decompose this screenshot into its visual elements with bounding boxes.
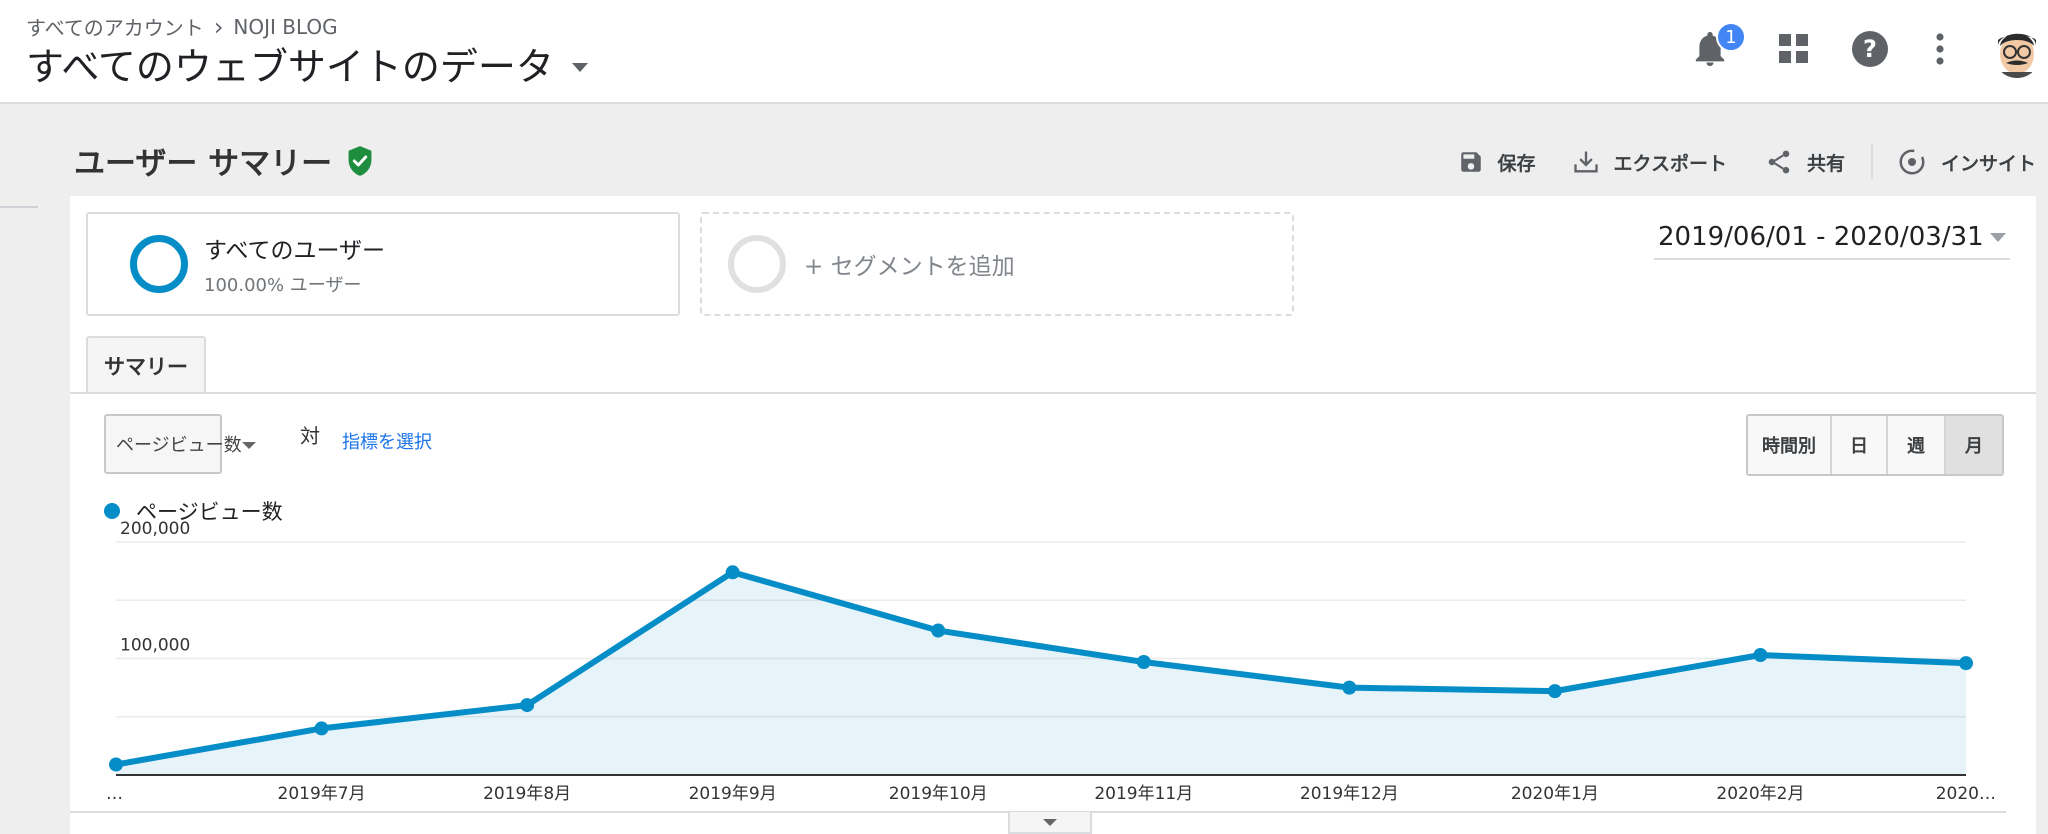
segment-name: すべてのユーザー <box>204 238 386 264</box>
vs-label: 対 <box>300 424 320 448</box>
view-title: すべてのウェブサイトのデータ <box>26 45 554 89</box>
share-button[interactable]: 共有 <box>1765 148 1845 176</box>
avatar-illustration-icon <box>1992 24 2042 78</box>
x-tick-label: 2020… <box>1936 784 1996 804</box>
chevron-down-icon <box>241 441 256 449</box>
tab-underline <box>70 392 2036 394</box>
granularity-daily[interactable]: 日 <box>1832 416 1888 474</box>
data-point <box>1342 680 1357 695</box>
data-point <box>520 698 535 713</box>
view-selector[interactable]: すべてのウェブサイトのデータ <box>26 36 588 91</box>
x-tick-label: 2019年7月 <box>278 784 366 804</box>
data-point <box>1136 654 1151 669</box>
notification-count-badge: 1 <box>1716 22 1746 52</box>
chevron-down-icon <box>1043 818 1057 826</box>
left-rail <box>0 106 70 834</box>
export-button[interactable]: エクスポート <box>1572 148 1727 176</box>
help-button[interactable]: ? <box>1848 24 1892 74</box>
series-area <box>116 572 1966 775</box>
data-point <box>1547 684 1562 699</box>
breadcrumb-property[interactable]: NOJI BLOG <box>233 15 337 39</box>
legend-label: ページビュー数 <box>136 500 283 524</box>
data-point <box>109 757 123 772</box>
segment-percentage: 100.00% ユーザー <box>204 275 362 296</box>
data-point <box>1959 656 1973 671</box>
metric-select-value: ページビュー数 <box>116 435 242 456</box>
expand-chart-button[interactable] <box>1008 812 1092 834</box>
y-tick-label: 100,000 <box>120 636 190 656</box>
data-point <box>1753 648 1768 663</box>
granularity-weekly[interactable]: 週 <box>1888 416 1946 474</box>
x-tick-label: 2019年12月 <box>1300 784 1399 804</box>
x-tick-label: 2019年8月 <box>483 784 571 804</box>
account-avatar[interactable] <box>1992 24 2042 78</box>
save-icon <box>1460 152 1481 172</box>
x-tick-label: 2020年1月 <box>1511 784 1599 804</box>
series-line <box>115 569 1967 768</box>
insights-label: インサイト <box>1940 152 2036 175</box>
share-label: 共有 <box>1806 152 1845 175</box>
report-panel: すべてのユーザー 100.00% ユーザー + セグメントを追加 2019/06… <box>70 196 2036 834</box>
left-rail-divider <box>0 206 38 208</box>
svg-text:?: ? <box>1863 35 1877 63</box>
save-label: 保存 <box>1497 152 1536 175</box>
verified-shield-icon <box>348 145 372 176</box>
chevron-right-icon: › <box>213 12 224 41</box>
top-header: すべてのアカウント › NOJI BLOG すべてのウェブサイトのデータ 1 ? <box>0 0 2048 104</box>
export-label: エクスポート <box>1613 152 1727 175</box>
date-range-value: 2019/06/01 - 2020/03/31 <box>1658 222 1984 252</box>
help-icon: ? <box>1852 31 1888 67</box>
add-segment-button[interactable]: + セグメントを追加 <box>700 212 1294 316</box>
metric-select[interactable]: ページビュー数 <box>104 414 256 474</box>
chevron-down-icon <box>1990 232 2006 242</box>
x-tick-label: 2019年10月 <box>889 784 988 804</box>
x-tick-label: … <box>106 784 123 804</box>
apps-grid-icon <box>1779 34 1808 63</box>
save-button[interactable]: 保存 <box>1458 149 1536 176</box>
chart-legend: ページビュー数 <box>104 496 283 526</box>
segment-ring-icon <box>130 235 188 293</box>
granularity-toggle: 時間別 日 週 月 <box>1746 414 2004 476</box>
granularity-monthly[interactable]: 月 <box>1946 416 2002 474</box>
apps-button[interactable] <box>1772 24 1816 74</box>
report-title: ユーザー サマリー <box>74 146 333 182</box>
x-tick-label: 2019年11月 <box>1094 784 1193 804</box>
actions-divider <box>1870 144 1873 180</box>
empty-segment-ring-icon <box>728 235 786 293</box>
x-tick-label: 2020年2月 <box>1716 784 1804 804</box>
data-point <box>725 565 740 580</box>
data-point <box>931 623 946 638</box>
chevron-down-icon <box>571 63 588 72</box>
report-actions: 保存 エクスポート 共有 インサイト <box>1458 142 2048 182</box>
data-point <box>314 721 329 736</box>
select-metric-link[interactable]: 指標を選択 <box>342 428 432 454</box>
more-vert-icon <box>1936 33 1944 65</box>
more-options-button[interactable] <box>1918 24 1962 74</box>
segment-all-users[interactable]: すべてのユーザー 100.00% ユーザー <box>86 212 680 316</box>
insights-button[interactable]: インサイト <box>1897 147 2036 177</box>
x-tick-label: 2019年9月 <box>689 784 777 804</box>
insights-icon <box>1899 149 1925 175</box>
granularity-hourly[interactable]: 時間別 <box>1748 416 1832 474</box>
date-range-picker[interactable]: 2019/06/01 - 2020/03/31 <box>1654 216 2010 260</box>
add-segment-label: + セグメントを追加 <box>804 254 1015 280</box>
download-icon <box>1573 151 1598 173</box>
report-title-row: ユーザー サマリー <box>74 138 374 183</box>
legend-swatch <box>104 503 120 519</box>
tab-summary[interactable]: サマリー <box>86 336 206 394</box>
share-icon <box>1768 150 1790 174</box>
